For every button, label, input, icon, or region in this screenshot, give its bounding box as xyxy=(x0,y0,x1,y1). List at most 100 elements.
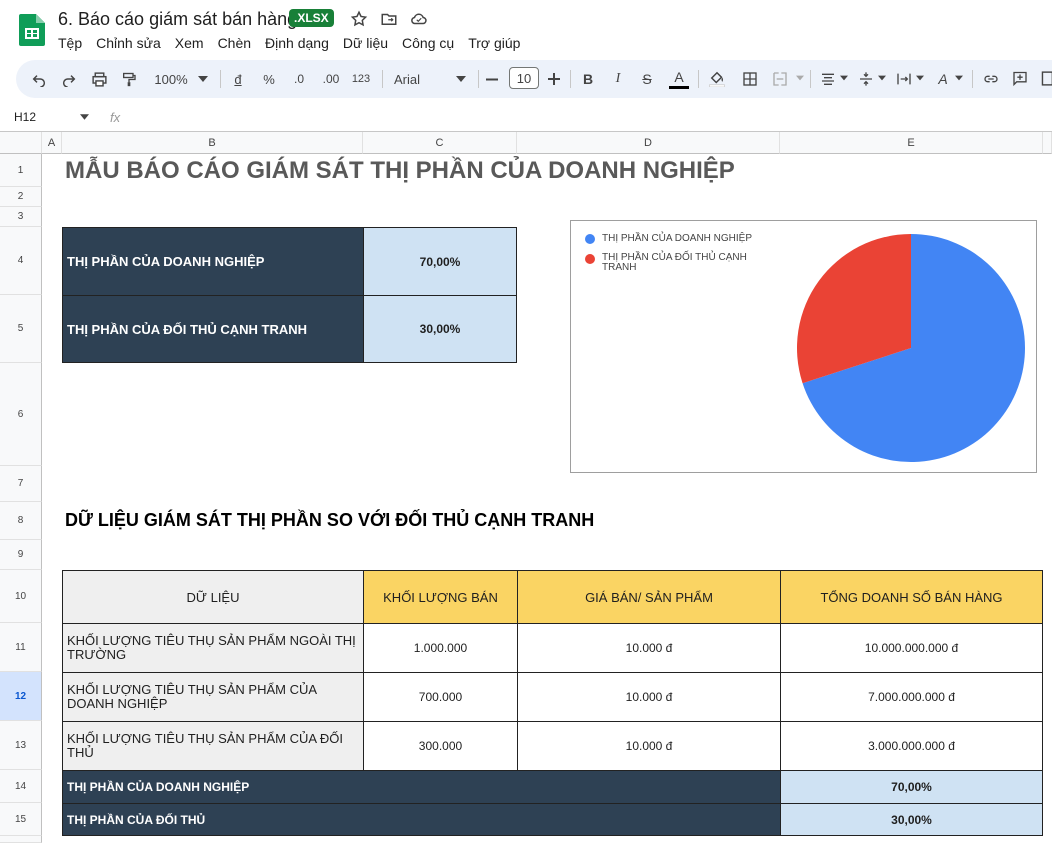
chevron-down-icon[interactable] xyxy=(796,75,804,81)
select-all-corner[interactable] xyxy=(0,132,42,154)
chevron-down-icon[interactable] xyxy=(456,75,466,83)
column-header-c[interactable]: C xyxy=(363,132,517,154)
font-size-increase-icon[interactable] xyxy=(548,73,560,85)
text-wrapping-icon[interactable] xyxy=(896,71,912,87)
table-cell-volume[interactable]: 1.000.000 xyxy=(363,623,518,673)
column-header-f[interactable] xyxy=(1043,132,1052,154)
bold-button[interactable]: B xyxy=(581,68,595,90)
decrease-decimal-button[interactable]: .0 xyxy=(288,68,310,90)
menu-tools[interactable]: Công cụ xyxy=(402,35,454,51)
table-cell-price[interactable]: 10.000 đ xyxy=(517,623,781,673)
document-title[interactable]: 6. Báo cáo giám sát bán hàng xyxy=(58,9,297,30)
paint-format-icon[interactable] xyxy=(121,71,137,88)
chevron-down-icon[interactable] xyxy=(80,114,89,120)
font-size-input[interactable]: 10 xyxy=(509,67,539,89)
more-formats-button[interactable]: 123 xyxy=(350,68,372,90)
undo-icon[interactable] xyxy=(31,71,47,87)
menu-data[interactable]: Dữ liệu xyxy=(343,35,388,51)
menu-help[interactable]: Trợ giúp xyxy=(468,35,520,51)
summary-label[interactable]: THỊ PHẦN CỦA DOANH NGHIỆP xyxy=(62,227,364,296)
row-header[interactable]: 4 xyxy=(0,227,42,295)
zoom-select[interactable]: 100% xyxy=(150,68,192,90)
chevron-down-icon[interactable] xyxy=(878,75,886,81)
row-header[interactable] xyxy=(0,836,42,843)
column-header-b[interactable]: B xyxy=(62,132,363,154)
menu-insert[interactable]: Chèn xyxy=(218,35,251,51)
table-row-label[interactable]: KHỐI LƯỢNG TIÊU THỤ SẢN PHẨM CỦA ĐỐI THỦ xyxy=(62,721,364,771)
table-header-price[interactable]: GIÁ BÁN/ SẢN PHẨM xyxy=(517,570,781,624)
row-header-selected[interactable]: 12 xyxy=(0,672,42,721)
row-header[interactable]: 14 xyxy=(0,770,42,803)
font-size-decrease-icon[interactable] xyxy=(486,78,498,81)
menu-edit[interactable]: Chỉnh sửa xyxy=(96,35,161,51)
horizontal-align-icon[interactable] xyxy=(820,71,836,87)
row-header[interactable]: 3 xyxy=(0,207,42,227)
row-header[interactable]: 7 xyxy=(0,466,42,502)
currency-format-button[interactable]: đ xyxy=(230,68,246,90)
chevron-down-icon[interactable] xyxy=(916,75,924,81)
row-header[interactable]: 13 xyxy=(0,721,42,770)
row-header[interactable]: 5 xyxy=(0,295,42,363)
row-header[interactable]: 6 xyxy=(0,363,42,466)
name-box[interactable]: H12 xyxy=(14,110,36,124)
column-header-d[interactable]: D xyxy=(517,132,780,154)
row-header[interactable]: 1 xyxy=(0,154,42,187)
table-cell-revenue[interactable]: 3.000.000.000 đ xyxy=(780,721,1043,771)
cloud-saved-icon[interactable] xyxy=(410,10,428,28)
column-header-e[interactable]: E xyxy=(780,132,1043,154)
row-header[interactable]: 2 xyxy=(0,187,42,207)
fill-color-icon[interactable] xyxy=(708,69,726,87)
chevron-down-icon[interactable] xyxy=(840,75,848,81)
table-cell-price[interactable]: 10.000 đ xyxy=(517,721,781,771)
chevron-down-icon[interactable] xyxy=(955,75,963,81)
chevron-down-icon[interactable] xyxy=(198,75,208,83)
font-family-select[interactable]: Arial xyxy=(394,68,444,90)
text-rotation-button[interactable]: A xyxy=(936,68,950,90)
table-header-data[interactable]: DỮ LIỆU xyxy=(62,570,364,624)
insert-chart-icon[interactable] xyxy=(1040,70,1052,87)
pie-chart[interactable]: THỊ PHẦN CỦA DOANH NGHIỆP THỊ PHẦN CỦA Đ… xyxy=(570,220,1037,473)
footer-value[interactable]: 70,00% xyxy=(780,770,1043,804)
menu-format[interactable]: Định dạng xyxy=(265,35,329,51)
row-header[interactable]: 9 xyxy=(0,540,42,570)
footer-value[interactable]: 30,00% xyxy=(780,803,1043,836)
redo-icon[interactable] xyxy=(61,71,77,87)
text-color-button[interactable]: A xyxy=(669,68,689,89)
footer-label[interactable]: THỊ PHẦN CỦA DOANH NGHIỆP xyxy=(62,770,781,804)
footer-label[interactable]: THỊ PHẦN CỦA ĐỐI THỦ xyxy=(62,803,781,836)
row-header[interactable]: 15 xyxy=(0,803,42,836)
table-cell-volume[interactable]: 300.000 xyxy=(363,721,518,771)
table-cell-revenue[interactable]: 10.000.000.000 đ xyxy=(780,623,1043,673)
vertical-align-icon[interactable] xyxy=(858,71,874,87)
percent-format-button[interactable]: % xyxy=(259,68,279,90)
italic-button[interactable]: I xyxy=(611,68,625,90)
table-row-label[interactable]: KHỐI LƯỢNG TIÊU THỤ SẢN PHẨM NGOÀI THỊ T… xyxy=(62,623,364,673)
insert-link-icon[interactable] xyxy=(982,71,1000,87)
table-header-volume[interactable]: KHỐI LƯỢNG BÁN xyxy=(363,570,518,624)
summary-label[interactable]: THỊ PHẦN CỦA ĐỐI THỦ CẠNH TRANH xyxy=(62,295,364,363)
print-icon[interactable] xyxy=(91,71,108,88)
table-cell-price[interactable]: 10.000 đ xyxy=(517,672,781,722)
table-row-label[interactable]: KHỐI LƯỢNG TIÊU THỤ SẢN PHẨM CỦA DOANH N… xyxy=(62,672,364,722)
row-header[interactable]: 8 xyxy=(0,502,42,540)
star-icon[interactable] xyxy=(350,10,368,28)
summary-value[interactable]: 70,00% xyxy=(363,227,517,296)
sheet-title[interactable]: MẪU BÁO CÁO GIÁM SÁT THỊ PHẦN CỦA DOANH … xyxy=(65,157,735,185)
borders-icon[interactable] xyxy=(742,71,758,87)
sheets-logo-icon[interactable] xyxy=(18,14,46,46)
section-title[interactable]: DỮ LIỆU GIÁM SÁT THỊ PHẦN SO VỚI ĐỐI THỦ… xyxy=(65,510,594,531)
row-header[interactable]: 11 xyxy=(0,623,42,672)
summary-value[interactable]: 30,00% xyxy=(363,295,517,363)
table-header-revenue[interactable]: TỔNG DOANH SỐ BÁN HÀNG xyxy=(780,570,1043,624)
column-header-a[interactable]: A xyxy=(42,132,62,154)
table-cell-volume[interactable]: 700.000 xyxy=(363,672,518,722)
menu-view[interactable]: Xem xyxy=(175,35,204,51)
move-folder-icon[interactable] xyxy=(380,10,398,28)
strikethrough-button[interactable]: S xyxy=(640,68,654,90)
merge-cells-icon[interactable] xyxy=(772,71,788,87)
menu-file[interactable]: Tệp xyxy=(58,35,82,51)
increase-decimal-button[interactable]: .00 xyxy=(318,68,344,90)
insert-comment-icon[interactable] xyxy=(1012,70,1028,87)
row-header[interactable]: 10 xyxy=(0,570,42,623)
table-cell-revenue[interactable]: 7.000.000.000 đ xyxy=(780,672,1043,722)
